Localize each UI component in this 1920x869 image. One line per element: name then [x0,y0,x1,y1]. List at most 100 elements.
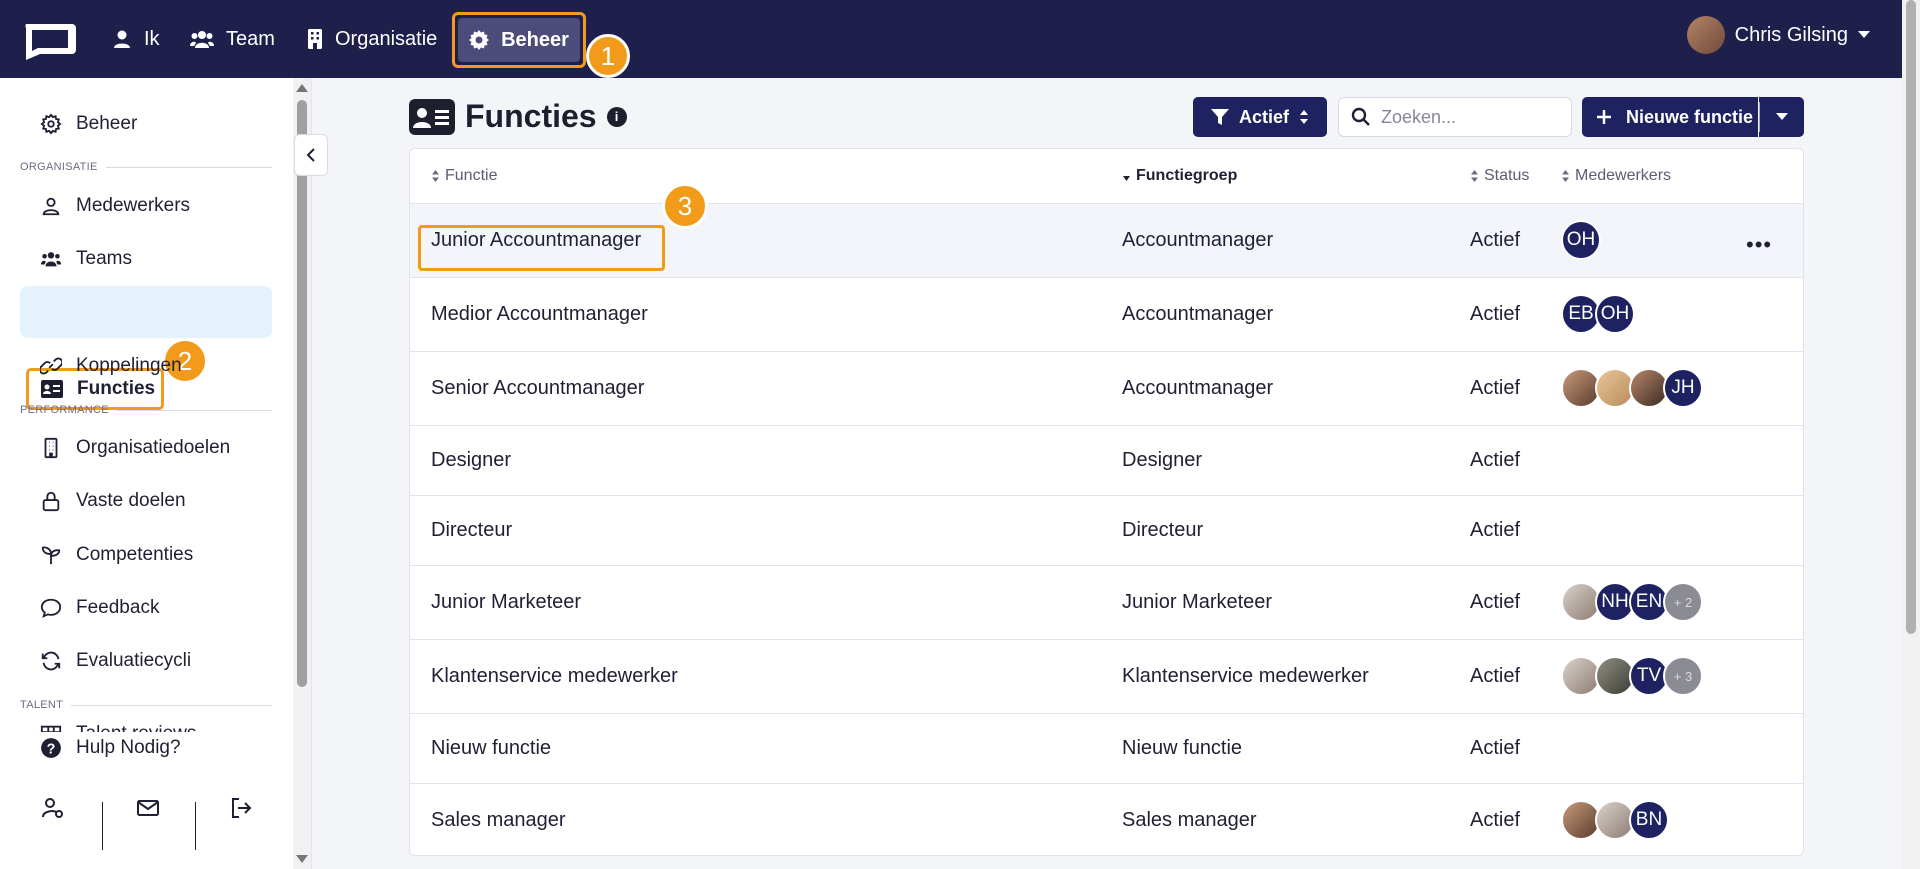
messages-button[interactable] [126,786,170,830]
status-filter-button[interactable]: Actief [1193,97,1327,137]
building-icon [308,29,322,49]
users-icon [40,252,62,267]
page-title: Functies [465,98,597,134]
sidebar-item-competenties[interactable]: Competenties [20,529,272,581]
users-icon [190,31,214,48]
logout-button[interactable] [219,786,263,830]
sidebar-item-beheer[interactable]: Beheer [20,98,272,150]
table-row[interactable]: Klantenservice medewerker Klantenservice… [410,640,1803,714]
info-icon[interactable]: i [606,106,627,127]
cell-functie[interactable]: Nieuw functie [431,737,551,760]
sidebar-collapse-button[interactable] [294,134,328,176]
nav-beheer-button[interactable]: Beheer [458,18,580,62]
cell-status: Actief [1470,377,1521,399]
table-row[interactable]: Senior Accountmanager Accountmanager Act… [410,352,1803,426]
table-row[interactable]: Directeur Directeur Actief [410,496,1803,566]
cell-functiegroep: Junior Marketeer [1122,591,1273,613]
nav-beheer-label: Beheer [501,28,569,51]
sidebar-item-label: Feedback [76,597,160,618]
sidebar-item-teams[interactable]: Teams [20,233,272,285]
table-row[interactable]: Sales manager Sales manager Actief BN [410,784,1803,855]
sidebar-footer-divider [195,802,196,850]
employee-avatars: EB OH [1561,294,1635,334]
column-functiegroep-header[interactable]: Functiegroep [1122,167,1237,185]
sidebar-scrollbar[interactable] [293,78,311,869]
cell-functie[interactable]: Junior Accountmanager [431,229,641,252]
cell-functiegroep: Designer [1122,449,1203,471]
page-scrollbar[interactable] [1902,0,1920,869]
employee-avatars: NH EN + 2 [1561,582,1703,622]
sidebar-item-label: Medewerkers [76,195,191,216]
column-functie-header[interactable]: Functie [431,167,497,185]
cell-functie[interactable]: Sales manager [431,809,566,832]
section-label: TALENT [20,699,64,711]
new-function-dropdown-button[interactable] [1759,97,1804,137]
nav-organisatie[interactable]: Organisatie [307,20,437,58]
cell-functie[interactable]: Senior Accountmanager [431,377,644,400]
top-navbar: Ik Team Organisatie Beheer 1 Chris Gilsi… [0,0,1920,78]
avatar[interactable]: JH [1663,368,1703,408]
avatar[interactable]: OH [1595,294,1635,334]
nav-team[interactable]: Team [190,20,275,58]
sidebar-help-label: Hulp Nodig? [76,737,181,758]
employee-avatars: TV + 3 [1561,656,1703,696]
sidebar-item-functies[interactable] [20,286,272,338]
cell-functiegroep: Accountmanager [1122,229,1274,251]
nav-beheer[interactable]: Beheer [452,12,586,68]
sidebar-item-feedback[interactable]: Feedback [20,582,272,634]
table-row[interactable]: Junior Accountmanager Accountmanager Act… [410,204,1803,278]
table-row[interactable]: Nieuw functie Nieuw functie Actief [410,714,1803,784]
cell-functiegroep: Sales manager [1122,809,1257,831]
search-icon [1351,107,1370,126]
cell-functie[interactable]: Designer [431,449,511,472]
section-performance: PERFORMANCE [20,404,272,416]
column-label: Medewerkers [1575,167,1672,184]
sidebar-help[interactable]: ? Hulp Nodig? [20,722,272,774]
nav-ik[interactable]: Ik [112,20,160,58]
cell-functie[interactable]: Medior Accountmanager [431,303,648,326]
table-row[interactable]: Junior Marketeer Junior Marketeer Actief… [410,566,1803,640]
user-settings-button[interactable] [31,786,75,830]
avatar[interactable]: BN [1629,800,1669,840]
sidebar-item-vaste-doelen[interactable]: Vaste doelen [20,475,272,527]
new-function-label: Nieuwe functie [1626,106,1754,127]
sidebar-item-evaluatiecycli[interactable]: Evaluatiecycli [20,635,272,687]
cell-functie[interactable]: Junior Marketeer [431,591,581,614]
search-input[interactable] [1381,106,1561,128]
user-name: Chris Gilsing [1734,23,1848,46]
new-function-button[interactable]: Nieuwe functie [1582,97,1758,137]
avatar[interactable]: OH [1561,220,1601,260]
sidebar-scroll-thumb[interactable] [297,100,307,687]
sidebar-item-medewerkers[interactable]: Medewerkers [20,180,272,232]
logout-icon [232,798,252,818]
gear-icon [40,113,62,135]
scroll-up-arrow-icon[interactable] [296,84,308,92]
sidebar-item-koppelingen[interactable]: Koppelingen [20,340,272,392]
user-menu[interactable]: Chris Gilsing [1686,16,1870,54]
cell-functiegroep: Directeur [1122,519,1204,541]
page-scroll-thumb[interactable] [1906,0,1916,634]
section-talent: TALENT [20,699,272,711]
column-medewerkers-header[interactable]: Medewerkers [1561,167,1671,185]
cell-functie[interactable]: Klantenservice medewerker [431,665,678,688]
sidebar-item-organisatiedoelen[interactable]: Organisatiedoelen [20,422,272,474]
section-organisatie: ORGANISATIE [20,161,272,173]
status-filter-label: Actief [1238,106,1289,127]
sidebar-item-label: Koppelingen [76,355,182,376]
envelope-icon [137,800,159,816]
cell-functie[interactable]: Directeur [431,519,512,542]
scroll-down-arrow-icon[interactable] [296,855,308,863]
table-row[interactable]: Designer Designer Actief [410,426,1803,496]
comment-icon [40,598,62,618]
app-logo-icon[interactable] [18,20,78,60]
column-label: Status [1484,167,1530,184]
more-options-icon[interactable]: ••• [1746,232,1772,258]
column-status-header[interactable]: Status [1470,167,1529,185]
cell-status: Actief [1470,737,1521,759]
table-row[interactable]: Medior Accountmanager Accountmanager Act… [410,278,1803,352]
building-icon [44,437,58,459]
avatar-more-count[interactable]: + 3 [1663,656,1703,696]
caret-down-icon [1775,113,1788,120]
avatar-more-count[interactable]: + 2 [1663,582,1703,622]
plus-icon [1597,110,1611,124]
